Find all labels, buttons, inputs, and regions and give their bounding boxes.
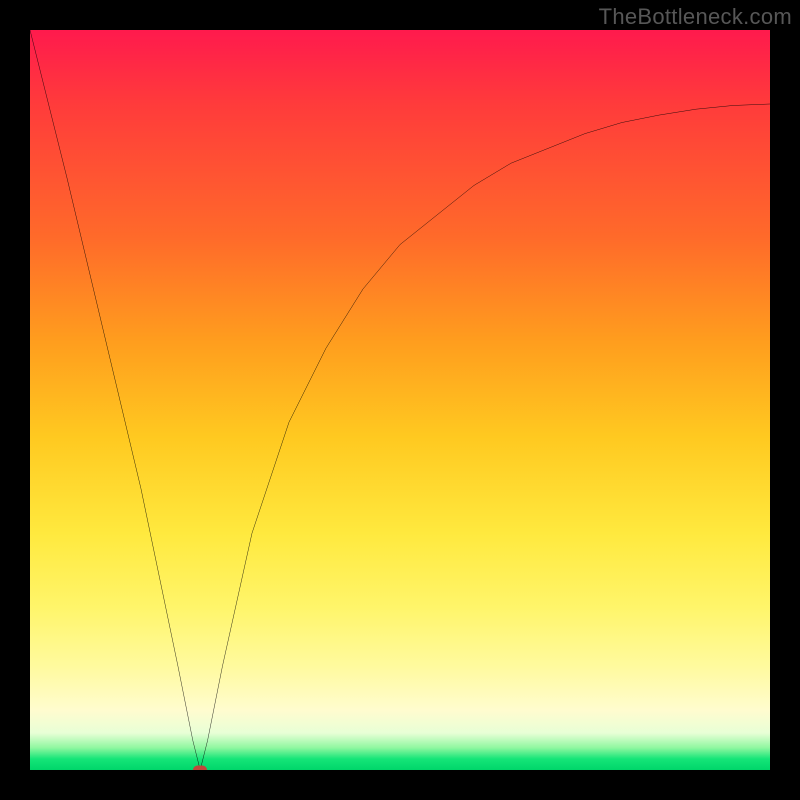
bottleneck-curve <box>30 30 770 770</box>
watermark-text: TheBottleneck.com <box>599 4 792 30</box>
chart-frame: TheBottleneck.com <box>0 0 800 800</box>
minimum-marker <box>193 766 207 771</box>
plot-area <box>30 30 770 770</box>
